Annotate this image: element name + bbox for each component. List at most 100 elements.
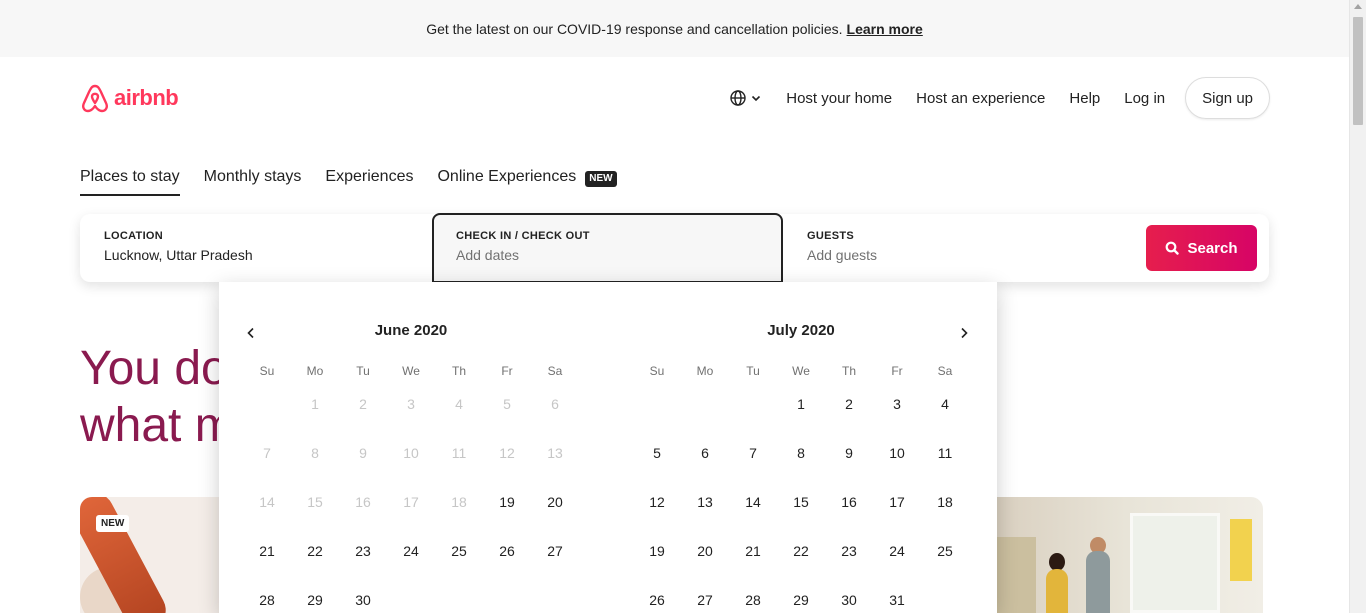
learn-more-link[interactable]: Learn more (847, 21, 923, 37)
guests-field[interactable]: GUESTS Add guests (783, 214, 1143, 282)
featured-card-left[interactable]: NEW (80, 497, 240, 613)
login-link[interactable]: Log in (1124, 90, 1165, 107)
calendar-day[interactable]: 4 (921, 387, 969, 436)
calendar-day[interactable]: 20 (681, 534, 729, 583)
calendar-day[interactable]: 1 (777, 387, 825, 436)
logo-text: airbnb (114, 85, 179, 110)
calendar-day[interactable]: 26 (483, 534, 531, 583)
calendar-day[interactable]: 28 (729, 583, 777, 613)
guests-input[interactable]: Add guests (807, 247, 1119, 263)
new-tag: NEW (96, 515, 130, 532)
calendar-day[interactable]: 29 (291, 583, 339, 613)
calendar-day[interactable]: 25 (921, 534, 969, 583)
calendar-day[interactable]: 13 (681, 485, 729, 534)
weekday-label: Th (451, 364, 466, 378)
calendar-day[interactable]: 30 (339, 583, 387, 613)
tab-places-to-stay[interactable]: Places to stay (80, 168, 180, 196)
tab-experiences[interactable]: Experiences (325, 168, 413, 196)
calendar-day: 8 (311, 444, 319, 461)
search-button-label: Search (1187, 239, 1238, 257)
help-link[interactable]: Help (1069, 90, 1100, 107)
weekday-label: Mo (696, 364, 714, 378)
weekday-label: Fr (501, 364, 513, 378)
calendar-day[interactable]: 24 (873, 534, 921, 583)
language-selector[interactable] (730, 90, 762, 106)
calendar-day[interactable]: 30 (825, 583, 873, 613)
calendar-day: 10 (403, 444, 419, 461)
weekday-row: Su Mo Tu We Th Fr Sa (633, 364, 969, 378)
calendar-day[interactable]: 31 (873, 583, 921, 613)
featured-card-right[interactable] (990, 497, 1263, 613)
calendar-day[interactable]: 18 (921, 485, 969, 534)
calendar-day[interactable]: 27 (681, 583, 729, 613)
calendar-day[interactable]: 2 (825, 387, 873, 436)
scroll-up-arrow-icon[interactable] (1354, 4, 1362, 9)
tab-label: Online Experiences (437, 168, 577, 185)
calendar-day[interactable]: 19 (483, 485, 531, 534)
calendar-day[interactable]: 12 (633, 485, 681, 534)
location-field[interactable]: LOCATION Lucknow, Uttar Pradesh (80, 214, 432, 282)
host-home-link[interactable]: Host your home (786, 90, 892, 107)
calendar-day: 12 (499, 444, 515, 461)
calendar-day[interactable]: 3 (873, 387, 921, 436)
calendar-day[interactable]: 23 (825, 534, 873, 583)
calendar-day[interactable]: 15 (777, 485, 825, 534)
calendar-day[interactable]: 11 (921, 436, 969, 485)
calendar-day: 4 (455, 395, 463, 412)
calendar-day[interactable]: 24 (387, 534, 435, 583)
host-experience-link[interactable]: Host an experience (916, 90, 1045, 107)
calendar-day[interactable]: 9 (825, 436, 873, 485)
calendar-day[interactable]: 17 (873, 485, 921, 534)
header-nav: Host your home Host an experience Help L… (730, 76, 1270, 120)
calendar-day: 11 (451, 444, 467, 461)
calendar-day[interactable]: 28 (243, 583, 291, 613)
month-title: July 2020 (767, 322, 835, 339)
calendar-day[interactable]: 26 (633, 583, 681, 613)
page-scrollbar[interactable] (1349, 0, 1366, 613)
calendar-day[interactable]: 20 (531, 485, 579, 534)
calendar-blank (729, 387, 777, 436)
card-image-person (1046, 569, 1068, 613)
day-grid: 1 2 3 4 5 6 7 8 9 10 11 12 13 14 15 16 17 18 19 20 21 22 23 24 2… (633, 387, 969, 613)
calendar-day[interactable]: 21 (243, 534, 291, 583)
search-bar: LOCATION Lucknow, Uttar Pradesh CHECK IN… (80, 213, 1269, 283)
chevron-down-icon (752, 95, 761, 102)
calendar-day: 14 (259, 493, 275, 510)
calendar-day[interactable]: 22 (291, 534, 339, 583)
tab-monthly-stays[interactable]: Monthly stays (204, 168, 302, 196)
month-title: June 2020 (374, 322, 448, 339)
search-button[interactable]: Search (1146, 225, 1257, 271)
calendar-day[interactable]: 7 (729, 436, 777, 485)
weekday-label: Su (649, 364, 665, 378)
calendar-day[interactable]: 8 (777, 436, 825, 485)
calendar-day[interactable]: 21 (729, 534, 777, 583)
calendar-day[interactable]: 22 (777, 534, 825, 583)
tab-label: Experiences (325, 168, 414, 185)
calendar-day[interactable]: 29 (777, 583, 825, 613)
globe-icon (730, 90, 746, 106)
calendar-day[interactable]: 5 (633, 436, 681, 485)
search-icon (1166, 241, 1180, 255)
signup-button[interactable]: Sign up (1185, 77, 1270, 119)
scroll-thumb[interactable] (1353, 17, 1363, 125)
calendar-day[interactable]: 16 (825, 485, 873, 534)
location-input[interactable]: Lucknow, Uttar Pradesh (104, 247, 408, 263)
calendar-day: 1 (311, 395, 319, 412)
weekday-label: Fr (891, 364, 903, 378)
weekday-label: We (402, 364, 420, 378)
dates-field[interactable]: CHECK IN / CHECK OUT Add dates (432, 213, 783, 283)
dates-input[interactable]: Add dates (456, 247, 759, 263)
calendar-blank (633, 387, 681, 436)
calendar-day: 2 (359, 395, 367, 412)
calendar-day[interactable]: 19 (633, 534, 681, 583)
tab-label: Monthly stays (203, 168, 302, 185)
calendar-day[interactable]: 25 (435, 534, 483, 583)
airbnb-logo[interactable]: airbnb (80, 82, 179, 114)
calendar-day[interactable]: 10 (873, 436, 921, 485)
calendar-day[interactable]: 6 (681, 436, 729, 485)
calendar-day[interactable]: 27 (531, 534, 579, 583)
tab-online-experiences[interactable]: Online Experiences NEW (437, 168, 617, 196)
calendar-day[interactable]: 23 (339, 534, 387, 583)
calendar-day[interactable]: 14 (729, 485, 777, 534)
date-picker: June 2020 Su Mo Tu We Th Fr Sa 1 2 3 4 5 6 7 8 9 10 11 12… (219, 282, 997, 613)
